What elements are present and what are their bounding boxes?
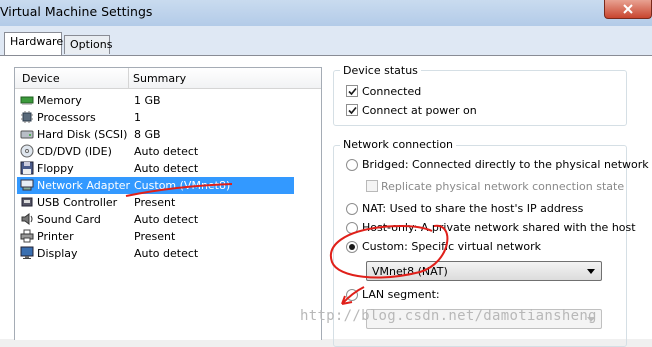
- processor-icon: [21, 111, 33, 123]
- host-only-radio[interactable]: [346, 222, 358, 234]
- tab-options[interactable]: Options: [64, 35, 113, 54]
- device-name: Memory: [37, 94, 82, 107]
- device-status-group: [333, 70, 627, 126]
- window-title: Virtual Machine Settings: [0, 4, 153, 19]
- device-summary: Present: [134, 230, 176, 243]
- column-header-summary[interactable]: Summary: [133, 72, 186, 85]
- hard-disk-icon: [20, 130, 34, 139]
- connected-checkbox[interactable]: [346, 85, 358, 97]
- tab-bar: Hardware Options: [0, 26, 652, 56]
- device-row-memory[interactable]: Memory 1 GB: [17, 92, 294, 109]
- device-row-sound-card[interactable]: Sound Card Auto detect: [17, 211, 294, 228]
- device-row-floppy[interactable]: Floppy Auto detect: [17, 160, 294, 177]
- usb-icon: [21, 197, 33, 207]
- bridged-label[interactable]: Bridged: Connected directly to the physi…: [362, 158, 649, 171]
- hardware-panel: Device Summary Memory 1 GB Processors 1: [0, 55, 652, 347]
- device-row-usb-controller[interactable]: USB Controller Present: [17, 194, 294, 211]
- device-name: Network Adapter: [37, 179, 131, 192]
- custom-radio[interactable]: [346, 241, 358, 253]
- memory-icon: [20, 96, 34, 105]
- device-name: Hard Disk (SCSI): [37, 128, 128, 141]
- close-icon: [623, 4, 633, 14]
- device-list[interactable]: Device Summary Memory 1 GB Processors 1: [14, 67, 322, 340]
- device-row-cd-dvd[interactable]: CD/DVD (IDE) Auto detect: [17, 143, 294, 160]
- close-button[interactable]: [604, 0, 652, 19]
- device-row-network-adapter[interactable]: Network Adapter Custom (VMnet8): [17, 177, 294, 194]
- device-name: USB Controller: [37, 196, 118, 209]
- host-only-label[interactable]: Host-only: A private network shared with…: [362, 221, 636, 234]
- device-list-header: Device Summary: [15, 68, 321, 89]
- device-name: Display: [37, 247, 78, 260]
- device-summary: 1 GB: [134, 94, 161, 107]
- device-name: Printer: [37, 230, 74, 243]
- device-row-printer[interactable]: Printer Present: [17, 228, 294, 245]
- column-header-device[interactable]: Device: [22, 72, 60, 85]
- floppy-icon: [20, 161, 34, 175]
- device-name: Sound Card: [37, 213, 101, 226]
- device-summary: Auto detect: [134, 247, 199, 260]
- nat-label[interactable]: NAT: Used to share the host's IP address: [362, 202, 583, 215]
- replicate-label[interactable]: Replicate physical network connection st…: [381, 180, 624, 193]
- device-name: CD/DVD (IDE): [37, 145, 112, 158]
- tab-hardware-label: Hardware: [10, 35, 64, 48]
- device-summary: Auto detect: [134, 162, 199, 175]
- column-divider[interactable]: [128, 68, 129, 88]
- watermark-text: http://blog.csdn.net/damotiansheng: [300, 308, 597, 324]
- device-row-hard-disk[interactable]: Hard Disk (SCSI) 8 GB: [17, 126, 294, 143]
- tab-options-label: Options: [70, 38, 113, 51]
- custom-network-value: VMnet8 (NAT): [372, 265, 448, 278]
- device-summary: 8 GB: [134, 128, 161, 141]
- radio-selected-dot: [349, 244, 355, 250]
- cd-dvd-icon: [20, 144, 34, 158]
- lan-segment-label[interactable]: LAN segment:: [362, 288, 440, 301]
- connect-at-power-on-checkbox[interactable]: [346, 104, 358, 116]
- device-summary: 1: [134, 111, 141, 124]
- printer-icon: [20, 229, 34, 243]
- checkmark-icon: [348, 106, 357, 115]
- lan-segment-radio[interactable]: [346, 289, 358, 301]
- custom-network-select[interactable]: VMnet8 (NAT): [366, 261, 602, 281]
- tab-hardware[interactable]: Hardware: [4, 32, 64, 56]
- checkmark-icon: [348, 87, 357, 96]
- device-row-display[interactable]: Display Auto detect: [17, 245, 294, 262]
- sound-card-icon: [21, 213, 33, 225]
- device-status-title: Device status: [340, 64, 421, 77]
- network-adapter-icon: [20, 179, 34, 191]
- device-row-processors[interactable]: Processors 1: [17, 109, 294, 126]
- custom-label[interactable]: Custom: Specific virtual network: [362, 240, 541, 253]
- network-connection-title: Network connection: [340, 138, 457, 151]
- display-icon: [20, 246, 34, 259]
- device-summary: Custom (VMnet8): [134, 179, 231, 192]
- bridged-radio[interactable]: [346, 159, 358, 171]
- device-summary: Present: [134, 196, 176, 209]
- connect-at-power-on-label[interactable]: Connect at power on: [362, 104, 477, 117]
- device-name: Floppy: [37, 162, 74, 175]
- device-summary: Auto detect: [134, 213, 199, 226]
- chevron-down-icon: [587, 269, 595, 274]
- device-summary: Auto detect: [134, 145, 199, 158]
- nat-radio[interactable]: [346, 203, 358, 215]
- device-name: Processors: [37, 111, 96, 124]
- title-bar: Virtual Machine Settings: [0, 0, 652, 27]
- replicate-checkbox[interactable]: [366, 180, 378, 192]
- connected-label[interactable]: Connected: [362, 85, 421, 98]
